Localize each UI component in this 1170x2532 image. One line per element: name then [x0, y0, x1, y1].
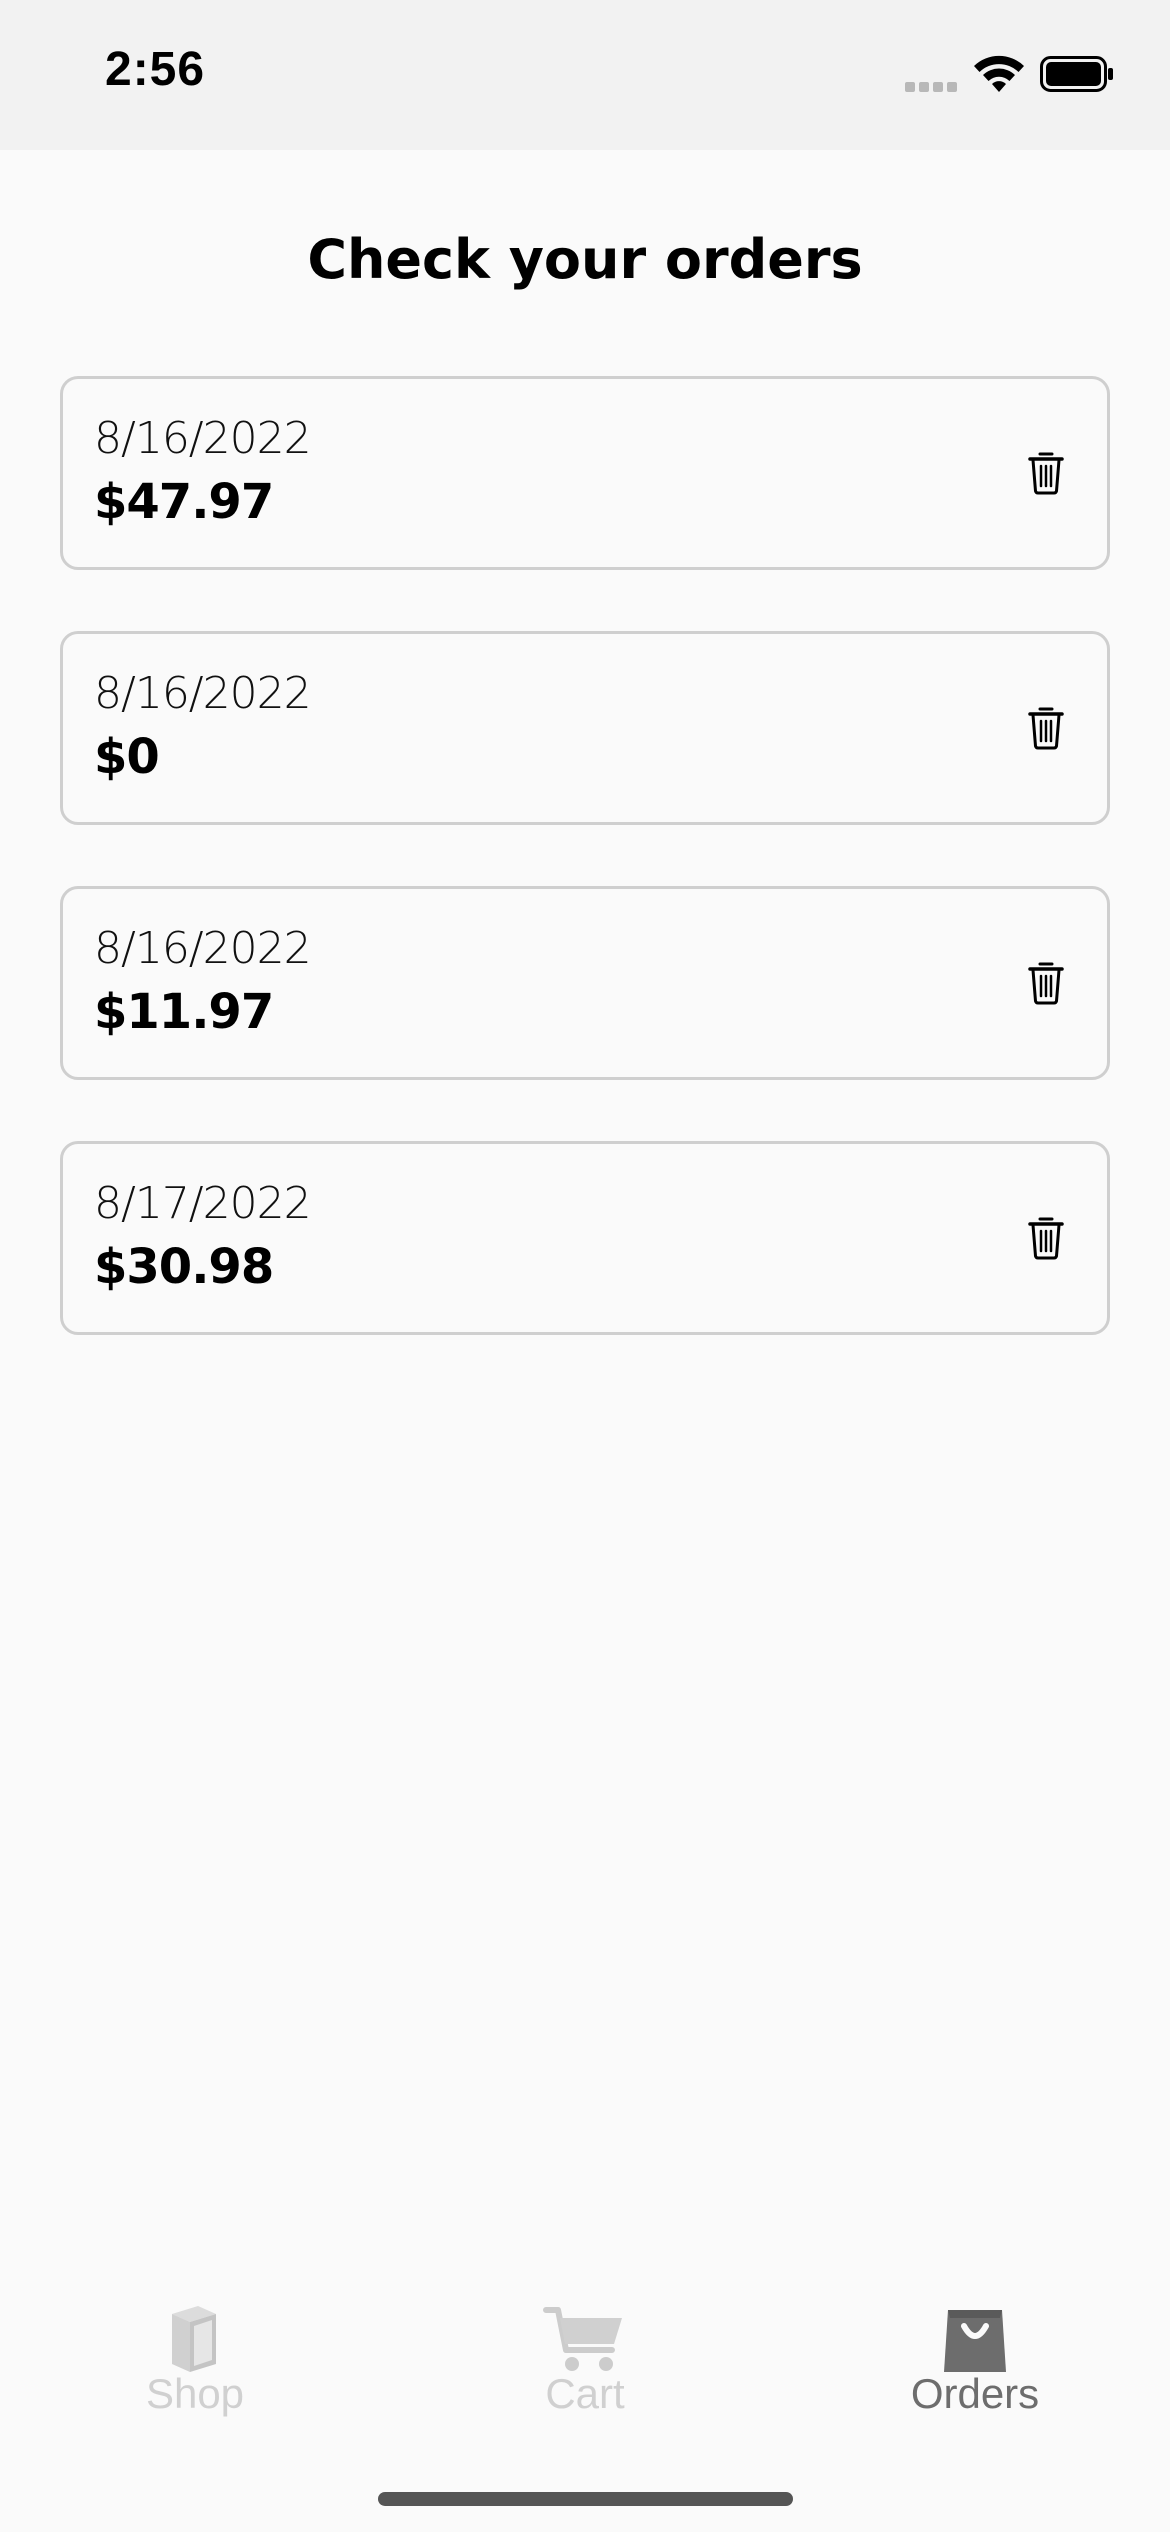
cart-icon [543, 2307, 622, 2371]
delete-order-button[interactable] [1018, 955, 1074, 1011]
order-card[interactable]: 8/16/2022 $11.97 [60, 886, 1110, 1080]
trash-icon [1028, 962, 1064, 1005]
page-title: Check your orders [307, 228, 863, 291]
tab-shop[interactable]: Shop [0, 2280, 390, 2430]
tab-label-shop: Shop [145, 2370, 245, 2417]
trash-icon [1028, 452, 1064, 495]
book-icon [172, 2306, 216, 2372]
tab-label-cart: Cart [545, 2370, 625, 2417]
tab-orders[interactable]: Orders [780, 2280, 1170, 2430]
tab-label-orders: Orders [910, 2370, 1040, 2417]
status-bar: 2:56 [0, 0, 1170, 150]
status-time: 2:56 [105, 43, 206, 96]
order-total: $30.98 [94, 1239, 274, 1295]
order-card[interactable]: 8/16/2022 $47.97 [60, 376, 1110, 570]
order-date: 8/16/2022 [94, 413, 312, 464]
trash-icon [1028, 1217, 1064, 1260]
order-card[interactable]: 8/16/2022 $0 [60, 631, 1110, 825]
cellular-signal-icon [905, 82, 957, 92]
tab-cart[interactable]: Cart [390, 2280, 780, 2430]
order-date: 8/17/2022 [94, 1178, 312, 1229]
order-total: $47.97 [94, 474, 274, 530]
delete-order-button[interactable] [1018, 700, 1074, 756]
order-date: 8/16/2022 [94, 923, 312, 974]
tab-bar: Shop Cart Orders [0, 2280, 1170, 2430]
battery-icon [1040, 56, 1113, 92]
order-card[interactable]: 8/17/2022 $30.98 [60, 1141, 1110, 1335]
order-total: $0 [94, 729, 160, 785]
trash-icon [1028, 707, 1064, 750]
wifi-icon [974, 55, 1024, 92]
order-date: 8/16/2022 [94, 668, 312, 719]
orders-list: 8/16/2022 $47.97 8/16/2022 $0 8/16/2022 … [60, 376, 1110, 1396]
delete-order-button[interactable] [1018, 445, 1074, 501]
delete-order-button[interactable] [1018, 1210, 1074, 1266]
home-indicator[interactable] [378, 2492, 793, 2506]
shopping-bag-icon [944, 2310, 1006, 2372]
order-total: $11.97 [94, 984, 274, 1040]
